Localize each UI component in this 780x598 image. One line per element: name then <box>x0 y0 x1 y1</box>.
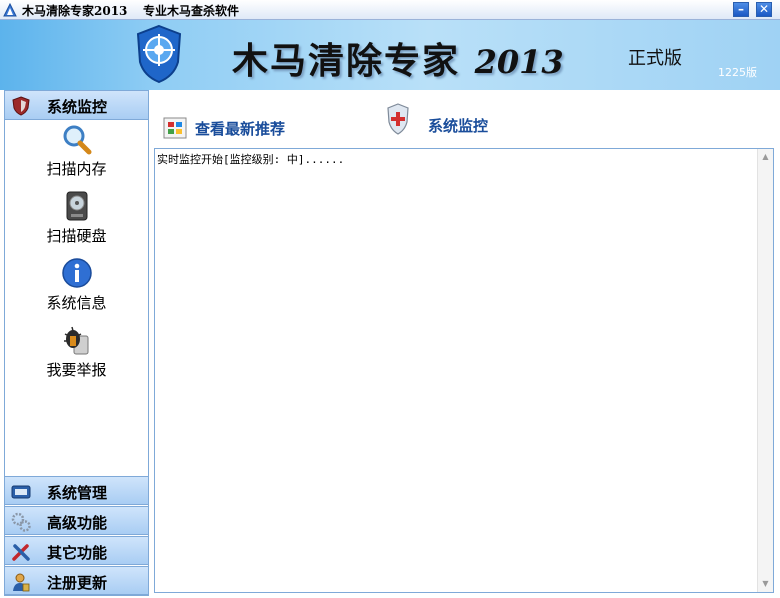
window-subtitle: 专业木马查杀软件 <box>143 4 240 18</box>
window-title: 木马清除专家2013 <box>22 4 128 18</box>
bug-report-icon <box>63 326 88 355</box>
recommend-icon <box>163 117 187 139</box>
scroll-down-icon[interactable]: ▼ <box>758 576 773 592</box>
tools-icon <box>12 544 30 561</box>
sidebar-section-monitor[interactable]: 系统监控 <box>5 91 148 120</box>
harddisk-icon <box>66 191 87 221</box>
tool-label: 我要举报 <box>46 361 107 379</box>
info-icon <box>61 258 92 288</box>
sidebar-section-other[interactable]: 其它功能 <box>5 536 148 565</box>
log-scrollbar[interactable]: ▲ ▼ <box>757 149 773 592</box>
tool-system-info[interactable]: 系统信息 <box>5 257 148 313</box>
recommend-link[interactable]: 查看最新推荐 <box>195 118 285 139</box>
tool-scan-disk[interactable]: 扫描硬盘 <box>5 190 148 246</box>
sidebar-section-label: 系统管理 <box>47 484 108 502</box>
build-label: 1225版 <box>718 66 757 79</box>
banner: 木马清除专家 2013 正式版 1225版 <box>0 20 780 90</box>
tool-label: 扫描硬盘 <box>46 227 107 245</box>
monitor-shield-icon <box>387 103 409 135</box>
sidebar-section-advanced[interactable]: 高级功能 <box>5 506 148 535</box>
sidebar: 系统监控 扫描内存 扫描硬盘 系统信息 我要举报 系统管理 高级功能 其它功能 … <box>4 90 149 596</box>
monitor-log-box[interactable]: 实时监控开始[监控级别: 中]...... ▲ ▼ <box>154 148 774 593</box>
log-text: 实时监控开始[监控级别: 中]...... <box>157 153 345 166</box>
sidebar-section-label: 高级功能 <box>47 514 108 532</box>
tool-report[interactable]: 我要举报 <box>5 324 148 380</box>
user-register-icon <box>13 573 30 592</box>
tool-scan-memory[interactable]: 扫描内存 <box>5 123 148 179</box>
shield-logo-icon <box>136 24 182 84</box>
shield-icon <box>12 96 30 116</box>
tool-label: 系统信息 <box>46 294 107 312</box>
magnifier-icon <box>63 125 91 155</box>
sidebar-section-system-manage[interactable]: 系统管理 <box>5 476 148 505</box>
banner-title-text: 木马清除专家 <box>232 41 461 82</box>
monitor-title: 系统监控 <box>428 117 489 135</box>
banner-year: 2013 <box>474 43 564 81</box>
sidebar-section-label: 注册更新 <box>47 574 108 592</box>
edition-label: 正式版 <box>628 48 682 69</box>
scroll-up-icon[interactable]: ▲ <box>758 149 773 165</box>
sidebar-section-label: 其它功能 <box>47 544 108 562</box>
banner-title: 木马清除专家 2013 <box>232 32 564 84</box>
system-manage-icon <box>11 485 31 499</box>
app-icon <box>3 3 17 17</box>
gears-icon <box>11 512 31 532</box>
tool-label: 扫描内存 <box>46 160 107 178</box>
title-bar: 木马清除专家2013 专业木马查杀软件 – ✕ <box>0 0 780 20</box>
sidebar-section-label: 系统监控 <box>47 98 108 116</box>
close-button[interactable]: ✕ <box>756 2 772 17</box>
sidebar-section-register[interactable]: 注册更新 <box>5 566 148 595</box>
minimize-button[interactable]: – <box>733 2 749 17</box>
